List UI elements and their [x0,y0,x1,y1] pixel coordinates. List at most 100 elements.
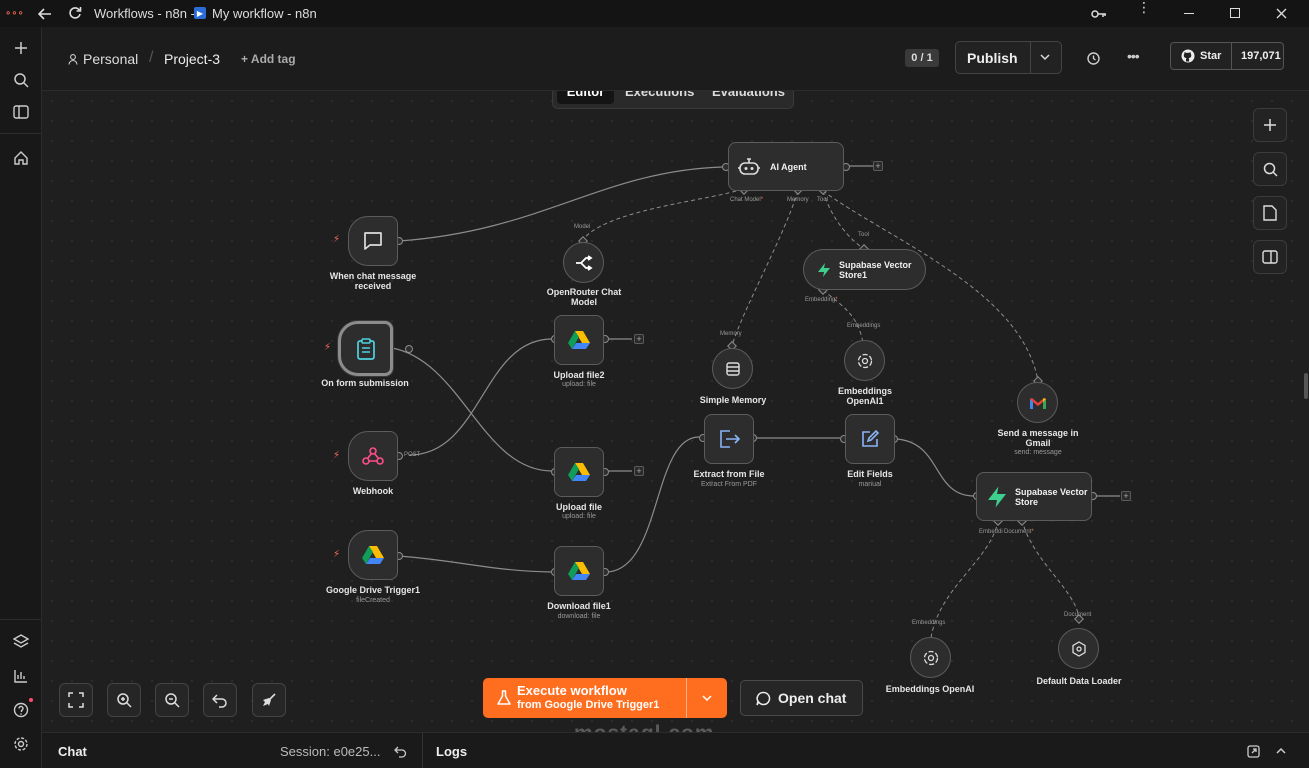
settings-icon[interactable] [11,734,31,754]
node-gdrive-trigger[interactable] [348,530,398,580]
search-icon[interactable] [11,70,31,90]
publish-button[interactable]: Publish [967,50,1018,66]
insights-icon[interactable] [11,666,31,686]
search-nodes-button[interactable] [1253,152,1287,186]
zoom-in-button[interactable] [107,683,141,717]
node-ai-agent[interactable]: AI Agent [728,142,844,191]
left-sidebar [0,27,42,768]
key-icon[interactable] [1091,8,1107,20]
node-form-trigger[interactable] [338,321,393,376]
node-embeddings-openai-label: Embeddings OpenAI [885,684,975,694]
fit-view-icon [68,692,84,708]
toggle-panel-button[interactable] [1253,240,1287,274]
breadcrumb-project[interactable]: Personal [83,51,138,67]
node-extract[interactable] [704,414,754,464]
port-tool: Tool [817,197,829,203]
zoom-out-button[interactable] [155,683,189,717]
add-node-button[interactable] [1253,108,1287,142]
restore-icon[interactable] [1230,8,1240,18]
workflow-canvas[interactable]: Editor Executions Evaluations AI Agent C… [42,91,1309,732]
node-gmail-label: Send a message in Gmail [997,428,1079,448]
workflow-name[interactable]: Project-3 [164,51,220,67]
open-chat-button[interactable]: Open chat [740,680,863,716]
port-tool-top: Tool [858,232,870,238]
back-arrow-icon[interactable] [38,7,52,21]
node-upload-file-sub: upload: file [562,513,596,520]
templates-icon[interactable] [11,632,31,652]
chat-icon [756,691,771,706]
node-edit-fields[interactable] [845,414,895,464]
edit-pencil-icon [862,429,880,447]
popout-icon[interactable] [1247,745,1260,758]
node-embeddings-openai[interactable] [910,637,951,678]
minimize-icon[interactable] [1184,13,1194,14]
port-document-text: Document [1004,529,1032,535]
node-download-file-label: Download file1 [547,601,611,611]
node-edit-fields-sub: manual [858,481,882,488]
logs-panel-title[interactable]: Logs [436,744,467,759]
add-icon[interactable] [11,38,31,58]
execute-divider [686,678,687,718]
ai-agent-add-button[interactable]: + [873,161,883,171]
reload-icon[interactable] [68,6,82,20]
upload-file-add-button[interactable]: + [634,466,644,476]
upload-file2-add-button[interactable]: + [634,334,644,344]
node-openrouter[interactable] [563,242,604,283]
webhook-bolt-icon: ⚡ [333,450,341,461]
sticky-note-button[interactable] [1253,196,1287,230]
node-upload-file[interactable] [554,447,604,497]
execute-chevron-icon[interactable] [702,694,712,702]
port-model: Model [574,224,591,230]
zoom-out-icon [165,693,180,708]
node-supabase-vs[interactable]: Supabase Vector Store [976,472,1092,521]
flask-icon [497,690,511,705]
node-upload-file2[interactable] [554,315,604,365]
more-horizontal-icon[interactable]: ••• [1127,48,1140,64]
canvas-scrollbar[interactable] [1304,373,1308,399]
openai-icon [857,353,872,368]
help-icon[interactable] [11,700,31,720]
gmail-icon [1029,397,1046,409]
add-tag-button[interactable]: + Add tag [241,52,296,66]
port-embeddi: Embeddi [979,529,1003,535]
node-embeddings-openai1[interactable] [844,340,885,381]
node-download-file-sub: download: file [557,613,601,620]
node-download-file[interactable] [554,546,604,596]
fit-view-button[interactable] [59,683,93,717]
node-supabase-vs1[interactable]: Supabase Vector Store1 [803,249,926,290]
node-edit-fields-label: Edit Fields [847,469,893,479]
node-upload-file2-sub: upload: file [562,381,596,388]
reset-session-icon[interactable] [394,745,407,758]
database-icon [725,361,740,376]
window-title: Workflows - n8n - [94,6,195,21]
chevron-down-icon[interactable] [1040,53,1050,61]
data-loader-icon [1071,640,1086,657]
plus-icon [1264,119,1276,131]
panel-toggle-icon[interactable] [11,102,31,122]
port-embeddings-in: Embeddings [912,620,946,626]
supabase-vs-add-button[interactable]: + [1121,491,1131,501]
node-webhook[interactable] [348,431,398,481]
node-chat-trigger[interactable] [348,216,398,266]
node-gmail[interactable] [1017,382,1058,423]
version-badge[interactable]: 0 / 1 [905,49,939,67]
history-icon[interactable] [1086,51,1101,66]
chevron-up-icon[interactable] [1276,747,1286,755]
close-window-icon[interactable] [1276,8,1287,19]
tidy-up-button[interactable] [252,683,286,717]
chat-panel-title[interactable]: Chat [58,744,87,759]
node-gdrive-trigger-label: Google Drive Trigger1 [325,585,421,595]
github-star-button[interactable]: Star 197,071 [1170,42,1284,70]
port-chat-model-text: Chat Model [730,197,761,203]
node-extract-label: Extract from File [693,469,765,479]
node-simple-memory[interactable] [712,348,753,389]
undo-button[interactable] [203,683,237,717]
home-icon[interactable] [11,148,31,168]
openrouter-icon [575,254,593,271]
execute-workflow-button[interactable]: Execute workflow from Google Drive Trigg… [483,678,727,718]
more-vertical-icon[interactable]: ⋮ [1137,0,1151,14]
window-titlebar: ∘∘∘ Workflows - n8n - ▶ My workflow - n8… [0,0,1309,27]
node-data-loader[interactable] [1058,628,1099,669]
play-badge-icon: ▶ [194,7,206,19]
n8n-app: ∘∘∘ Workflows - n8n - ▶ My workflow - n8… [0,0,1309,768]
